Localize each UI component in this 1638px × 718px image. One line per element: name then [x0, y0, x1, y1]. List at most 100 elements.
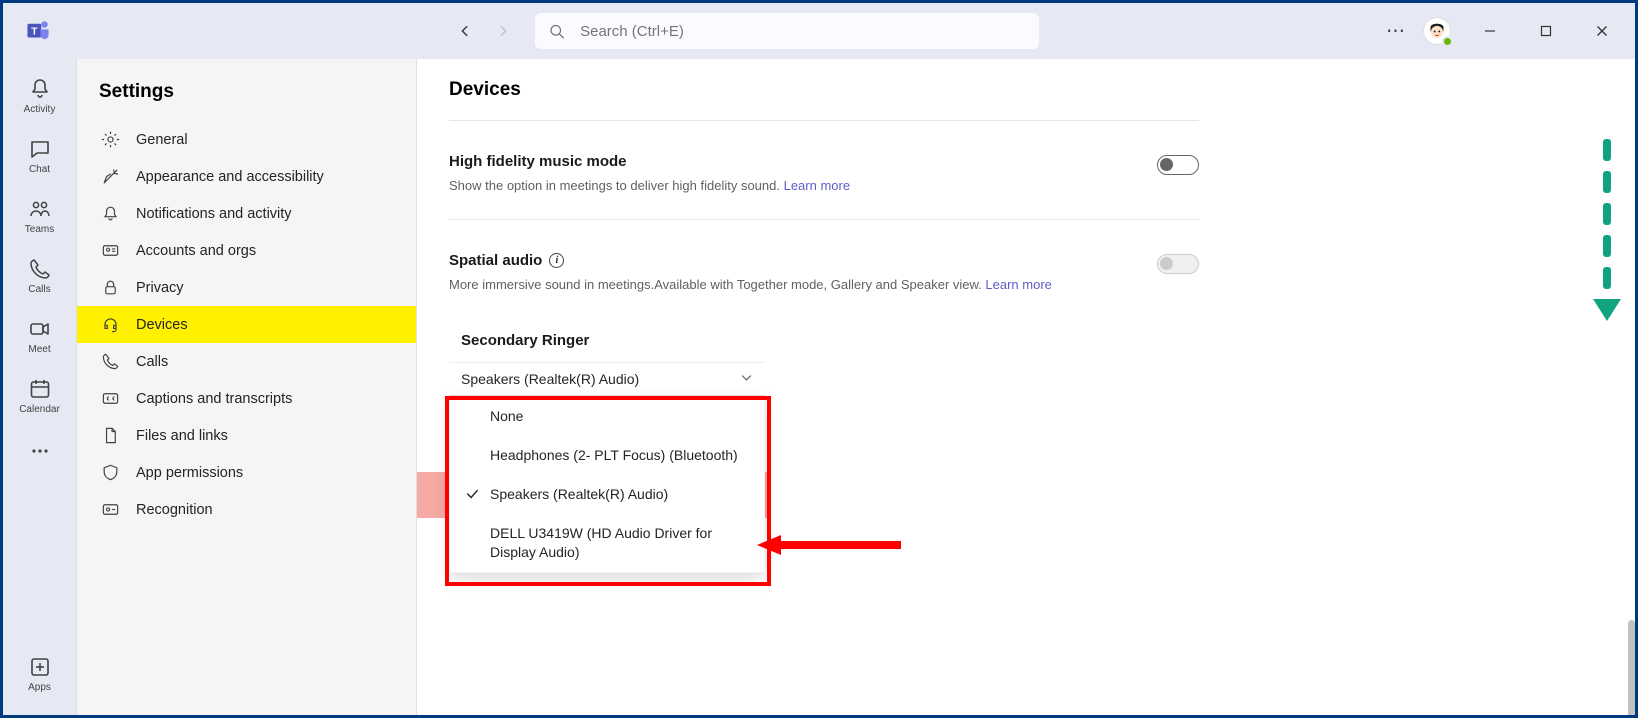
ringer-option-none[interactable]: None	[450, 397, 764, 436]
sidebar-item-files[interactable]: Files and links	[77, 417, 416, 454]
rail-activity-label: Activity	[24, 104, 56, 115]
search-box[interactable]	[535, 13, 1039, 49]
chat-icon	[28, 137, 52, 161]
sidebar-item-label: Files and links	[136, 428, 228, 444]
sidebar-item-label: Devices	[136, 317, 188, 333]
toggle-spatial	[1157, 254, 1199, 274]
settings-title: Settings	[77, 59, 416, 121]
nav-back-button[interactable]	[451, 17, 479, 45]
check-icon	[464, 407, 480, 409]
ringer-option-headphones[interactable]: Headphones (2- PLT Focus) (Bluetooth)	[450, 436, 764, 475]
window-minimize-button[interactable]	[1467, 15, 1513, 47]
phone-icon	[28, 257, 52, 281]
calendar-icon	[28, 377, 52, 401]
cc-icon	[101, 389, 120, 408]
annotation-red-arrow	[757, 533, 901, 557]
bell-icon	[28, 77, 52, 101]
rail-calendar[interactable]: Calendar	[10, 371, 70, 421]
rail-apps[interactable]: Apps	[10, 649, 70, 699]
setting-hifi-title: High fidelity music mode	[449, 153, 1157, 170]
video-icon	[28, 317, 52, 341]
gear-icon	[101, 130, 120, 149]
secondary-ringer-label: Secondary Ringer	[461, 332, 589, 349]
ringer-option-label: DELL U3419W (HD Audio Driver for Display…	[490, 524, 752, 562]
sidebar-item-notifications[interactable]: Notifications and activity	[77, 195, 416, 232]
more-icon	[28, 439, 52, 463]
setting-hifi: High fidelity music mode Show the option…	[449, 143, 1199, 219]
check-icon	[464, 524, 480, 526]
sidebar-item-appearance[interactable]: Appearance and accessibility	[77, 158, 416, 195]
page-title: Devices	[449, 79, 1635, 101]
ringer-option-dell[interactable]: DELL U3419W (HD Audio Driver for Display…	[450, 514, 764, 572]
sidebar-item-label: Notifications and activity	[136, 206, 292, 222]
sidebar-item-label: App permissions	[136, 465, 243, 481]
apps-icon	[28, 655, 52, 679]
search-input[interactable]	[578, 22, 1025, 41]
rail-activity[interactable]: Activity	[10, 71, 70, 121]
more-options-button[interactable]: ⋯	[1378, 20, 1413, 43]
sidebar-item-privacy[interactable]: Privacy	[77, 269, 416, 306]
titlebar: T ⋯	[3, 3, 1635, 59]
divider	[449, 120, 1199, 121]
sidebar-item-general[interactable]: General	[77, 121, 416, 158]
main-pane: Devices High fidelity music mode Show th…	[417, 59, 1635, 715]
chevron-down-icon	[740, 371, 753, 387]
rail-calls-label: Calls	[28, 284, 50, 295]
setting-spatial-desc-text: More immersive sound in meetings.Availab…	[449, 277, 985, 292]
rail-more[interactable]	[10, 433, 70, 469]
sidebar-item-calls[interactable]: Calls	[77, 343, 416, 380]
rail-calls[interactable]: Calls	[10, 251, 70, 301]
user-avatar[interactable]	[1423, 17, 1451, 45]
secondary-ringer-dropdown[interactable]: Speakers (Realtek(R) Audio)	[449, 362, 765, 396]
sidebar-item-label: Accounts and orgs	[136, 243, 256, 259]
sidebar-item-captions[interactable]: Captions and transcripts	[77, 380, 416, 417]
dropdown-selected-value: Speakers (Realtek(R) Audio)	[461, 371, 639, 387]
ringer-option-speakers[interactable]: Speakers (Realtek(R) Audio)	[450, 475, 764, 514]
toggle-hifi[interactable]	[1157, 155, 1199, 175]
app-rail: Activity Chat Teams Calls Meet Calendar	[3, 59, 77, 715]
search-icon	[549, 23, 565, 40]
learn-more-link[interactable]: Learn more	[784, 178, 850, 193]
sidebar-item-app-permissions[interactable]: App permissions	[77, 454, 416, 491]
rail-chat-label: Chat	[29, 164, 50, 175]
ringer-option-label: Speakers (Realtek(R) Audio)	[490, 485, 752, 504]
setting-spatial: Spatial audio i More immersive sound in …	[449, 242, 1199, 318]
window-maximize-button[interactable]	[1523, 15, 1569, 47]
presence-available-icon	[1442, 36, 1453, 47]
rail-chat[interactable]: Chat	[10, 131, 70, 181]
sparkle-icon	[101, 167, 120, 186]
info-icon[interactable]: i	[549, 253, 564, 268]
settings-sidebar: Settings General Appearance and accessib…	[77, 59, 417, 715]
check-icon	[464, 446, 480, 448]
headset-icon	[101, 315, 120, 334]
id-card-icon	[101, 241, 120, 260]
sidebar-item-label: Calls	[136, 354, 168, 370]
sidebar-item-label: Privacy	[136, 280, 184, 296]
learn-more-link[interactable]: Learn more	[985, 277, 1051, 292]
sidebar-item-devices[interactable]: Devices	[77, 306, 416, 343]
sidebar-item-label: Recognition	[136, 502, 213, 518]
phone-icon	[101, 352, 120, 371]
sidebar-item-label: Captions and transcripts	[136, 391, 292, 407]
ringer-option-label: None	[490, 407, 752, 426]
nav-forward-button[interactable]	[489, 17, 517, 45]
rail-teams[interactable]: Teams	[10, 191, 70, 241]
people-icon	[28, 197, 52, 221]
setting-spatial-desc: More immersive sound in meetings.Availab…	[449, 277, 1157, 292]
setting-hifi-desc-text: Show the option in meetings to deliver h…	[449, 178, 784, 193]
shield-icon	[101, 463, 120, 482]
check-icon	[464, 485, 480, 501]
sidebar-item-label: General	[136, 132, 188, 148]
sidebar-item-recognition[interactable]: Recognition	[77, 491, 416, 528]
ringer-option-label: Headphones (2- PLT Focus) (Bluetooth)	[490, 446, 752, 465]
lock-icon	[101, 278, 120, 297]
setting-spatial-title-text: Spatial audio	[449, 252, 542, 269]
sidebar-item-label: Appearance and accessibility	[136, 169, 324, 185]
bell-icon	[101, 204, 120, 223]
secondary-ringer-menu: None Headphones (2- PLT Focus) (Bluetoot…	[449, 396, 765, 573]
sidebar-item-accounts[interactable]: Accounts and orgs	[77, 232, 416, 269]
scrollbar[interactable]	[1628, 620, 1635, 715]
rail-meet[interactable]: Meet	[10, 311, 70, 361]
window-close-button[interactable]	[1579, 15, 1625, 47]
divider	[449, 219, 1199, 220]
